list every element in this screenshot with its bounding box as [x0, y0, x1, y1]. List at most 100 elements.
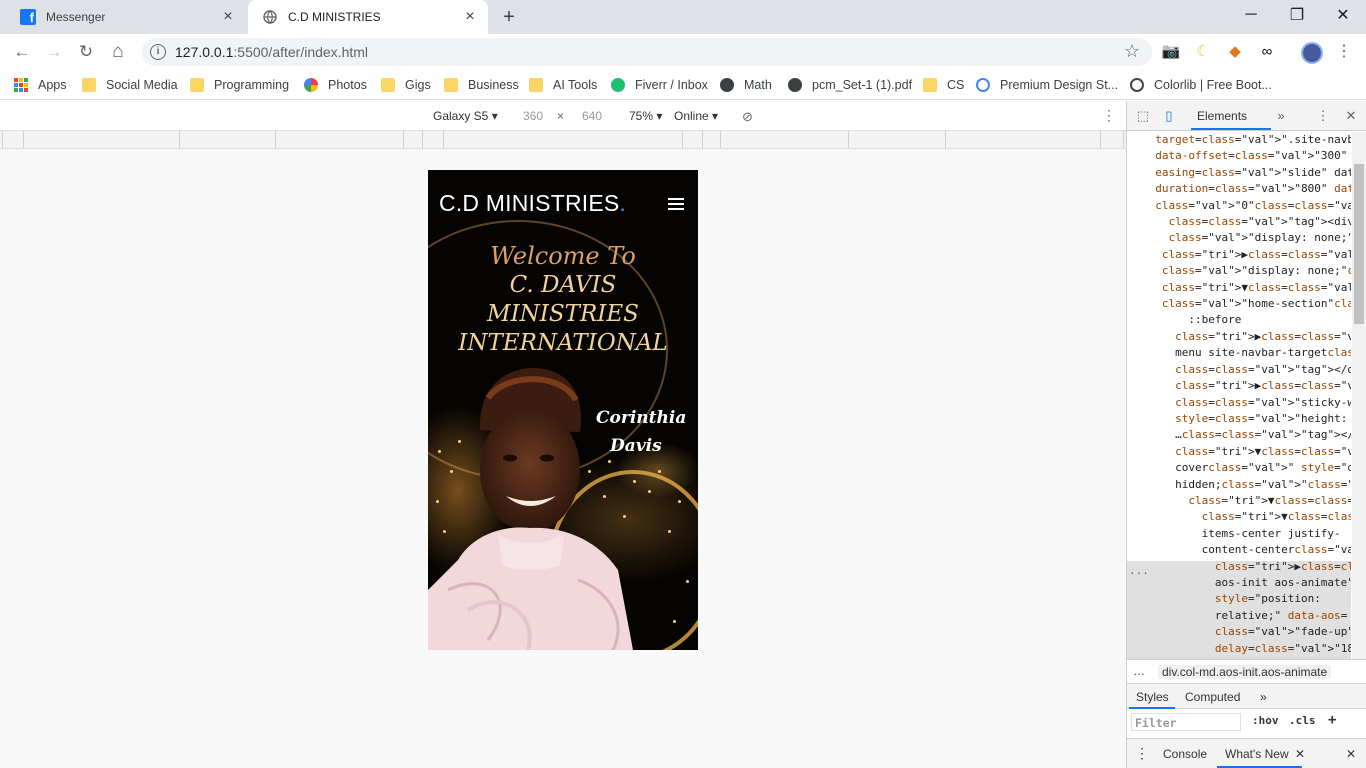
dom-tree-line[interactable]: class="tri">▼class=class="val">"tag"><di…	[1142, 509, 1351, 525]
inspect-element-icon[interactable]: ⬚	[1135, 108, 1151, 124]
dom-tree-line[interactable]: class="tri">▶class=class="val">"tag"><di…	[1142, 247, 1351, 263]
dom-tree-line[interactable]: style=class="val">"height: 71.1563px;"cl…	[1142, 411, 1351, 427]
dom-tree-line[interactable]: class="tri">▼class=class="val">"tag"><di…	[1142, 280, 1351, 296]
bookmark-colorlib[interactable]: Colorlib | Free Boot...	[1130, 76, 1272, 94]
dom-tree-line[interactable]: class="val">"fade-up" data-aos-	[1142, 624, 1351, 640]
dom-tree-scrollbar[interactable]	[1352, 132, 1366, 660]
dom-tree-line[interactable]: coverclass="val">" style="overflow:	[1142, 460, 1351, 476]
node-options-dots[interactable]: ...	[1129, 563, 1149, 579]
close-window-button[interactable]: ✕	[1320, 0, 1366, 30]
dom-tree-line[interactable]: class="tri">▼class=class="val">"tag"><di…	[1142, 493, 1351, 509]
width-input[interactable]: 360	[523, 109, 543, 123]
dom-tree-line[interactable]: style="position:	[1142, 591, 1351, 607]
network-throttle-select[interactable]: Online ▾	[674, 109, 718, 123]
dom-tree[interactable]: target=class="val">".site-navbar-target"…	[1127, 132, 1351, 660]
dom-tree-line[interactable]: data-offset=class="val">"300" data-aos-	[1142, 148, 1351, 164]
bookmark-apps[interactable]: Apps	[14, 76, 67, 94]
camera-extension-icon[interactable]: 📷	[1161, 42, 1181, 62]
tab-computed[interactable]: Computed	[1185, 690, 1240, 704]
devtools-menu-icon[interactable]: ⋮	[1315, 108, 1331, 124]
bookmark-ai-tools[interactable]: AI Tools	[529, 76, 597, 94]
close-whats-new-icon[interactable]: ✕	[1295, 747, 1305, 761]
dom-tree-line[interactable]: class=class="val">"tag"></divclass=class…	[1142, 362, 1351, 378]
dom-tree-line[interactable]: aos-init aos-animate"	[1142, 575, 1351, 591]
metamask-fox-icon[interactable]: ◆	[1225, 42, 1245, 62]
dom-tree-line[interactable]: delay=class="val">"180"class=class="val"…	[1142, 641, 1351, 657]
drawer-menu-icon[interactable]: ⋮	[1135, 745, 1149, 762]
tab-console[interactable]: Console	[1163, 747, 1207, 761]
dom-tree-line[interactable]: relative;" data-aos=	[1142, 608, 1351, 624]
dom-tree-line[interactable]: class="val">"display: none;"class=class=…	[1142, 230, 1352, 246]
home-button[interactable]: ⌂	[105, 40, 131, 64]
site-brand[interactable]: C.D MINISTRIES.	[439, 190, 626, 217]
bookmark-cs[interactable]: CS	[923, 76, 964, 94]
hamburger-menu-icon[interactable]	[668, 198, 684, 213]
class-toggle[interactable]: .cls	[1289, 714, 1316, 727]
dom-tree-line[interactable]: class="tri">▼class=class="val">"tag"><di…	[1142, 444, 1351, 460]
media-query-bar[interactable]	[0, 131, 1126, 149]
dom-tree-line[interactable]: class="val">"0"class=class="val">"tag">>	[1142, 198, 1351, 214]
tab-cd-ministries[interactable]: C.D MINISTRIES ×	[248, 0, 488, 34]
reload-button[interactable]: ↻	[73, 40, 99, 64]
new-tab-button[interactable]: +	[498, 6, 520, 28]
bookmark-fiverr[interactable]: Fiverr / Inbox	[611, 76, 708, 94]
sync-extension-icon[interactable]: ∞	[1257, 42, 1277, 62]
chrome-menu-icon[interactable]: ⋮	[1336, 42, 1352, 62]
close-devtools-icon[interactable]: ✕	[1343, 108, 1359, 124]
dom-tree-line[interactable]: …class=class="val">"tag"></divclass=clas…	[1142, 427, 1351, 443]
bookmark-gigs[interactable]: Gigs	[381, 76, 431, 94]
breadcrumb-item[interactable]: div.col-md.aos-init.aos-animate	[1158, 665, 1332, 679]
device-select[interactable]: Galaxy S5 ▾	[433, 109, 498, 123]
mobile-page-preview[interactable]: C.D MINISTRIES. Welcome To C. DAVIS MINI…	[428, 170, 698, 650]
close-tab-icon[interactable]: ×	[220, 9, 236, 25]
minimize-button[interactable]: ─	[1228, 0, 1274, 30]
dom-tree-line[interactable]: content-centerclass="val">"class="tag">>	[1142, 542, 1351, 558]
restore-button[interactable]: ❐	[1274, 0, 1320, 30]
dom-tree-line[interactable]: ::before	[1142, 312, 1351, 328]
bookmark-math[interactable]: Math	[720, 76, 772, 94]
site-info-icon[interactable]: i	[150, 44, 166, 60]
dom-tree-line[interactable]: class="tri">▶class=class="val">"tag"><di…	[1142, 378, 1351, 394]
dom-tree-line[interactable]: class="val">"display: none;"class=class=…	[1142, 263, 1351, 279]
bookmark-premium-design[interactable]: Premium Design St...	[976, 76, 1118, 94]
tab-messenger[interactable]: f Messenger ×	[6, 0, 246, 34]
dom-tree-line[interactable]: class=class="val">"tag"><div id=class="v…	[1142, 214, 1352, 230]
bookmark-star-icon[interactable]: ☆	[1124, 41, 1140, 62]
dom-tree-line[interactable]: hidden;class="val">"class="tag">>	[1142, 477, 1351, 493]
rotate-icon[interactable]: ⊘	[742, 109, 753, 125]
more-tabs-icon[interactable]: »	[1260, 690, 1267, 704]
bookmark-social-media[interactable]: Social Media	[82, 76, 178, 94]
bookmark-programming[interactable]: Programming	[190, 76, 289, 94]
dom-tree-line[interactable]: class="tri">▶class=class="val">"tag"><di…	[1142, 559, 1351, 575]
dom-tree-line[interactable]: target=class="val">".site-navbar-target"	[1142, 132, 1351, 148]
forward-button[interactable]: →	[41, 40, 67, 64]
dom-tree-line[interactable]: duration=class="val">"800" data-aos-dela…	[1142, 181, 1351, 197]
dom-tree-line[interactable]: class=class="val">"sticky-wrapper"	[1142, 395, 1351, 411]
hover-state-toggle[interactable]: :hov	[1252, 714, 1279, 727]
dom-tree-line[interactable]: menu site-navbar-targetclass="val">"clas…	[1142, 345, 1351, 361]
device-toggle-icon[interactable]: ▯	[1161, 108, 1177, 124]
device-toolbar-menu-icon[interactable]: ⋮	[1102, 107, 1116, 124]
more-panels-icon[interactable]: »	[1273, 108, 1289, 124]
moon-extension-icon[interactable]: ☾	[1193, 42, 1213, 62]
styles-filter-input[interactable]: Filter	[1131, 713, 1241, 731]
close-tab-icon[interactable]: ×	[462, 9, 478, 25]
tab-elements[interactable]: Elements	[1197, 109, 1247, 123]
breadcrumb-more[interactable]: …	[1133, 664, 1145, 678]
url-text[interactable]: 127.0.0.1:5500/after/index.html	[175, 44, 368, 60]
profile-avatar[interactable]	[1301, 42, 1323, 64]
bookmark-photos[interactable]: Photos	[304, 76, 367, 94]
scrollbar-thumb[interactable]	[1354, 164, 1364, 324]
tab-whats-new[interactable]: What's New	[1225, 747, 1289, 761]
bookmark-pcm-pdf[interactable]: pcm_Set-1 (1).pdf	[788, 76, 912, 94]
dom-tree-line[interactable]: class="tri">▶class=class="val">"tag"><di…	[1142, 329, 1351, 345]
back-button[interactable]: ←	[9, 40, 35, 64]
address-bar[interactable]: i 127.0.0.1:5500/after/index.html ☆	[142, 38, 1152, 66]
height-input[interactable]: 640	[582, 109, 602, 123]
new-style-rule-button[interactable]: +	[1328, 712, 1336, 728]
zoom-select[interactable]: 75% ▾	[629, 109, 662, 123]
dom-tree-line[interactable]: easing=class="val">"slide" data-aos-	[1142, 165, 1351, 181]
dom-tree-line[interactable]: items-center justify-	[1142, 526, 1351, 542]
bookmark-business[interactable]: Business	[444, 76, 519, 94]
dom-tree-line[interactable]: class="val">"home-section"class=class="v…	[1142, 296, 1351, 312]
